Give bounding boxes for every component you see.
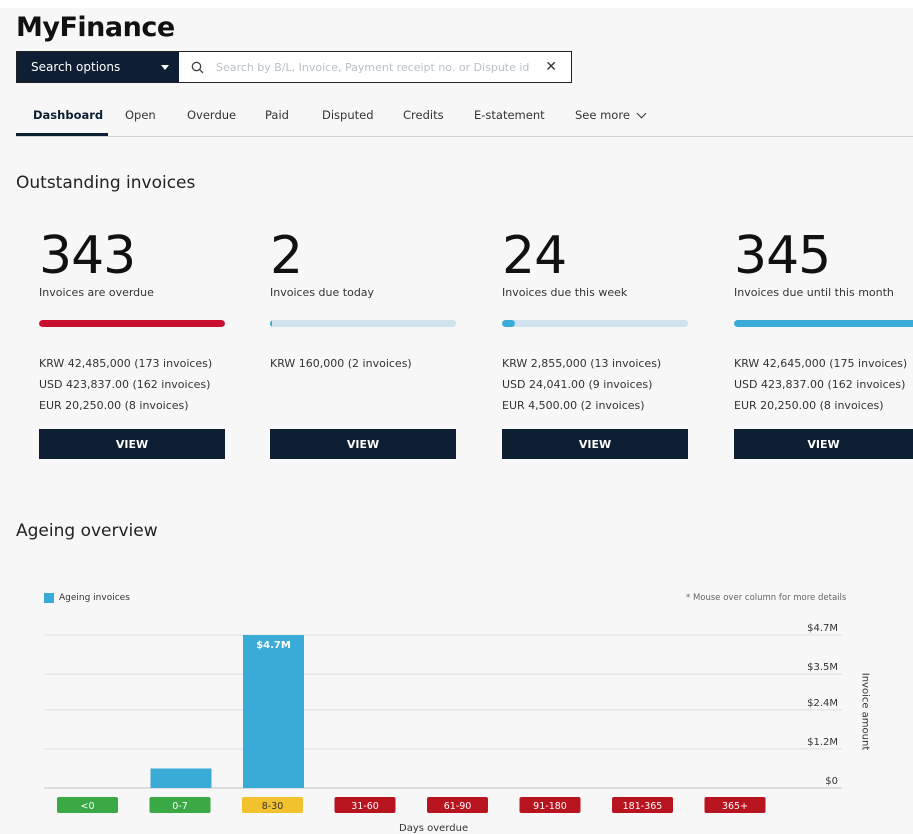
legend-swatch <box>44 593 54 603</box>
tab-see-more-label: See more <box>575 108 630 122</box>
chevron-down-icon <box>636 108 647 119</box>
tab-overdue[interactable]: Overdue <box>187 108 236 122</box>
stat-progress-bar <box>734 320 913 327</box>
amount-line: USD 24,041.00 (9 invoices) <box>502 378 653 391</box>
stat-progress-fill <box>734 320 913 327</box>
search-input[interactable] <box>214 59 548 75</box>
amount-line: EUR 20,250.00 (8 invoices) <box>734 399 884 412</box>
category-pill <box>57 797 118 813</box>
y-tick-label: $0 <box>825 776 838 787</box>
tab-e-statement[interactable]: E-statement <box>474 108 545 122</box>
stat-amounts: KRW 42,485,000 (173 invoices) USD 423,83… <box>39 353 212 416</box>
amount-line: USD 423,837.00 (162 invoices) <box>39 378 211 391</box>
amount-line: KRW 2,855,000 (13 invoices) <box>502 357 662 370</box>
y-tick-label: $3.5M <box>807 662 838 673</box>
x-tick-label: 31-60 <box>351 801 379 812</box>
stat-caption: Invoices are overdue <box>39 286 154 299</box>
view-button[interactable]: VIEW <box>39 429 225 459</box>
app-title: MyFinance <box>16 12 175 43</box>
stat-progress-fill <box>502 320 516 327</box>
chart-bar[interactable] <box>150 768 212 788</box>
amount-line: USD 423,837.00 (162 invoices) <box>734 378 906 391</box>
stat-count: 24 <box>502 226 567 286</box>
amount-line: KRW 42,645,000 (175 invoices) <box>734 357 908 370</box>
search-bar: Search options ✕ <box>16 51 572 83</box>
stat-card-due-month: 345 Invoices due until this month KRW 42… <box>734 226 913 459</box>
category-pill <box>149 797 211 813</box>
stat-card-overdue: 343 Invoices are overdue KRW 42,485,000 … <box>39 226 225 459</box>
stat-progress-fill <box>39 320 225 327</box>
view-button[interactable]: VIEW <box>270 429 456 459</box>
caret-down-icon <box>161 64 169 70</box>
y-axis-label: Invoice amount <box>859 672 871 751</box>
category-pill <box>612 797 673 813</box>
x-tick-label: 181-365 <box>623 801 663 812</box>
stat-amounts: KRW 42,645,000 (175 invoices) USD 423,83… <box>734 353 907 416</box>
amount-line: KRW 160,000 (2 invoices) <box>270 357 412 370</box>
stat-caption: Invoices due today <box>270 286 375 299</box>
stat-progress-bar <box>39 320 225 327</box>
search-options-dropdown[interactable]: Search options <box>17 52 179 82</box>
chart-hint: * Mouse over column for more details <box>686 593 847 603</box>
amount-line: EUR 4,500.00 (2 invoices) <box>502 399 645 412</box>
top-strip <box>0 0 913 8</box>
tab-disputed[interactable]: Disputed <box>322 108 374 122</box>
outstanding-title: Outstanding invoices <box>16 173 196 193</box>
nav-tabs: Dashboard Open Overdue Paid Disputed Cre… <box>16 100 913 137</box>
stat-amounts: KRW 160,000 (2 invoices) <box>270 353 412 374</box>
stat-count: 343 <box>39 226 136 286</box>
stat-count: 2 <box>270 226 303 286</box>
active-tab-indicator <box>16 133 108 136</box>
search-field: ✕ <box>179 52 571 82</box>
ageing-title: Ageing overview <box>16 521 158 541</box>
search-options-label: Search options <box>31 60 121 74</box>
view-button[interactable]: VIEW <box>734 429 913 459</box>
category-pill <box>704 797 766 813</box>
x-tick-label: 91-180 <box>533 801 567 812</box>
category-pill <box>242 797 303 813</box>
x-tick-label: 365+ <box>722 801 748 812</box>
x-tick-label: 0-7 <box>172 801 188 812</box>
stat-caption: Invoices due until this month <box>734 286 894 299</box>
y-tick-label: $4.7M <box>807 623 838 634</box>
category-pill <box>427 797 488 813</box>
view-button[interactable]: VIEW <box>502 429 688 459</box>
chart-legend: Ageing invoices <box>44 593 130 603</box>
clear-icon[interactable]: ✕ <box>545 59 557 75</box>
stat-card-due-week: 24 Invoices due this week KRW 2,855,000 … <box>502 226 688 459</box>
stat-card-due-today: 2 Invoices due today KRW 160,000 (2 invo… <box>270 226 456 459</box>
stat-progress-fill <box>270 320 272 327</box>
amount-line: EUR 20,250.00 (8 invoices) <box>39 399 189 412</box>
stat-caption: Invoices due this week <box>502 286 628 299</box>
x-tick-label: <0 <box>80 801 94 812</box>
x-axis-label: Days overdue <box>399 823 469 834</box>
tab-credits[interactable]: Credits <box>403 108 444 122</box>
x-tick-label: 8-30 <box>262 801 284 812</box>
category-pill <box>519 797 581 813</box>
legend-label: Ageing invoices <box>59 593 130 603</box>
stat-amounts: KRW 2,855,000 (13 invoices) USD 24,041.0… <box>502 353 661 416</box>
amount-line: KRW 42,485,000 (173 invoices) <box>39 357 213 370</box>
tab-see-more[interactable]: See more <box>575 108 647 122</box>
stat-progress-bar <box>270 320 456 327</box>
x-tick-label: 61-90 <box>444 801 472 812</box>
tab-paid[interactable]: Paid <box>265 108 289 122</box>
y-tick-label: $1.2M <box>807 737 838 748</box>
chart-bar[interactable] <box>243 635 304 788</box>
search-icon <box>191 61 204 73</box>
tab-open[interactable]: Open <box>125 108 156 122</box>
y-tick-label: $2.4M <box>807 698 838 709</box>
category-pill <box>334 797 396 813</box>
stat-progress-bar <box>502 320 688 327</box>
tab-dashboard[interactable]: Dashboard <box>33 108 103 122</box>
stat-count: 345 <box>734 226 831 286</box>
